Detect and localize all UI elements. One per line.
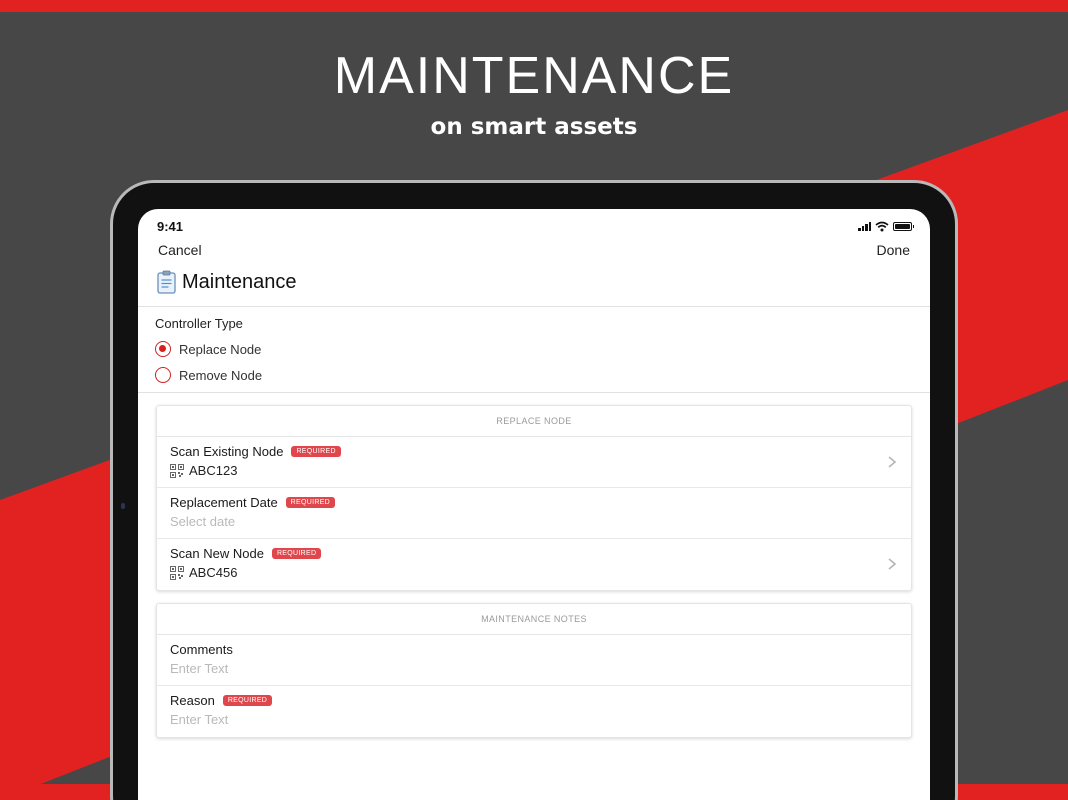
- row-label: Replacement Date REQUIRED: [170, 495, 336, 510]
- signal-icon: [858, 222, 871, 231]
- clipboard-icon: [157, 270, 176, 294]
- required-badge: REQUIRED: [285, 497, 336, 508]
- controller-type-label: Controller Type: [155, 316, 243, 331]
- comments-row[interactable]: Comments Enter Text: [157, 635, 911, 686]
- status-time: 9:41: [157, 219, 184, 234]
- required-badge: REQUIRED: [291, 446, 341, 457]
- row-label: Reason REQUIRED: [170, 693, 273, 708]
- wifi-icon: [875, 221, 889, 232]
- radio-label: Remove Node: [179, 367, 263, 383]
- hero-title: MAINTENANCE: [333, 47, 735, 105]
- tablet-camera: [121, 503, 125, 509]
- maintenance-notes-card: MAINTENANCE NOTES Comments Enter Text Re…: [156, 603, 912, 738]
- replacement-date-row[interactable]: Replacement Date REQUIRED Select date: [157, 488, 911, 539]
- app-screen: 9:41 Cancel Done Maintenance Controller …: [138, 209, 930, 800]
- radio-remove-node[interactable]: Remove Node: [155, 367, 262, 383]
- row-label-text: Scan New Node: [170, 546, 264, 561]
- row-label-text: Reason: [170, 693, 215, 708]
- qr-code-icon: [170, 463, 184, 478]
- scanned-node-id: ABC123: [189, 463, 238, 478]
- header-divider: [138, 306, 930, 307]
- row-label: Scan Existing Node REQUIRED: [170, 444, 341, 459]
- status-bar: 9:41: [138, 209, 930, 239]
- page-title: Maintenance: [182, 270, 297, 293]
- scanned-node-id: ABC456: [189, 565, 238, 580]
- required-badge: REQUIRED: [222, 695, 273, 706]
- row-label-text: Scan Existing Node: [170, 444, 284, 459]
- scan-existing-node-row[interactable]: Scan Existing Node REQUIRED ABC123: [157, 437, 911, 488]
- reason-input[interactable]: Enter Text: [170, 712, 228, 727]
- row-value: ABC123: [170, 463, 237, 478]
- radio-label: Replace Node: [179, 341, 262, 357]
- date-placeholder[interactable]: Select date: [170, 514, 235, 529]
- page-header: Maintenance: [157, 270, 297, 294]
- row-label-text: Comments: [170, 642, 233, 657]
- qr-code-icon: [170, 565, 184, 580]
- scan-new-node-row[interactable]: Scan New Node REQUIRED ABC456: [157, 539, 911, 590]
- reason-row[interactable]: Reason REQUIRED Enter Text: [157, 686, 911, 737]
- section-divider: [138, 392, 930, 393]
- row-label: Scan New Node REQUIRED: [170, 546, 322, 561]
- comments-input[interactable]: Enter Text: [170, 661, 228, 676]
- required-badge: REQUIRED: [271, 548, 322, 559]
- hero-subtitle: on smart assets: [430, 114, 638, 140]
- radio-replace-node[interactable]: Replace Node: [155, 341, 261, 357]
- status-icons: [858, 221, 914, 232]
- row-label-text: Replacement Date: [170, 495, 278, 510]
- row-label: Comments: [170, 642, 233, 657]
- radio-unselected-icon[interactable]: [155, 367, 171, 383]
- battery-icon: [893, 222, 914, 231]
- radio-selected-icon[interactable]: [155, 341, 171, 357]
- top-accent-bar: [0, 0, 1068, 12]
- replace-node-card: REPLACE NODE Scan Existing Node REQUIRED: [156, 405, 912, 591]
- done-button[interactable]: Done: [877, 242, 910, 258]
- chevron-right-icon[interactable]: [885, 556, 899, 572]
- card-header: MAINTENANCE NOTES: [157, 604, 911, 635]
- chevron-right-icon[interactable]: [885, 454, 899, 470]
- cancel-button[interactable]: Cancel: [158, 242, 202, 258]
- row-value: ABC456: [170, 565, 237, 580]
- card-header: REPLACE NODE: [157, 406, 911, 437]
